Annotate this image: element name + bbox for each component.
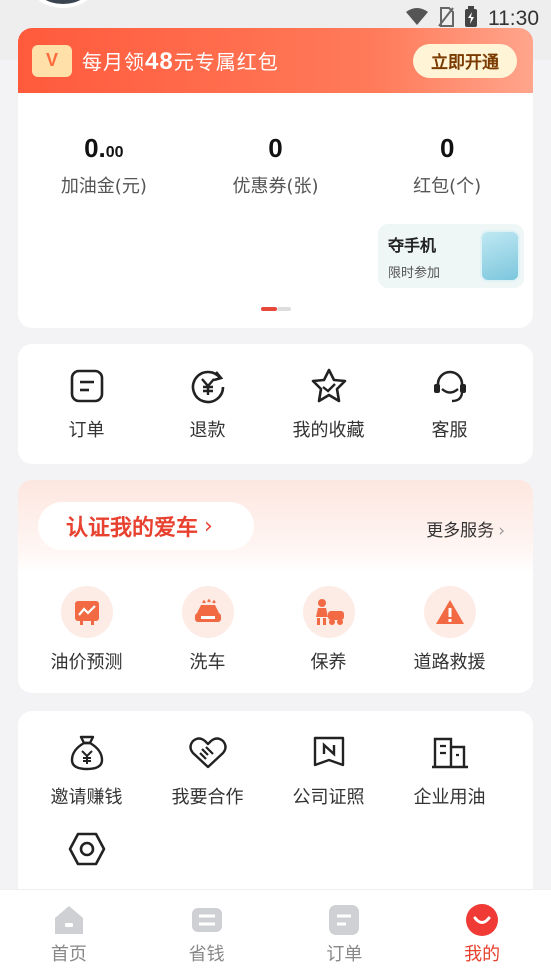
maintenance-icon [302, 586, 355, 638]
vip-badge-icon: V [32, 44, 72, 77]
tool-company-license[interactable]: 公司证照 [268, 733, 389, 809]
orders-shortcuts: 订单 退款 我的收藏 客服 [18, 344, 533, 464]
tab-profile[interactable]: 我的 [413, 890, 551, 979]
car-wash-icon [181, 586, 234, 638]
tab-orders[interactable]: 订单 [276, 890, 414, 979]
tab-home[interactable]: 首页 [0, 890, 138, 979]
handshake-icon [188, 733, 228, 773]
service-car-wash[interactable]: 洗车 [147, 586, 268, 674]
order-tab-icon [327, 904, 361, 936]
service-road-rescue[interactable]: 道路救援 [389, 586, 510, 674]
tool-invite-earn[interactable]: 邀请赚钱 [26, 733, 147, 809]
home-icon [52, 904, 86, 936]
money-bag-icon [67, 733, 107, 773]
oil-price-chart-icon [60, 586, 113, 638]
hexagon-nut-icon [67, 829, 107, 869]
bottom-tab-bar: 首页 省钱 订单 我的 [0, 889, 551, 979]
profile-icon [465, 904, 499, 936]
membership-card: V 每月领48元专属红包 立即开通 0.00 加油金(元) 0 优惠券(张) 0… [18, 28, 533, 328]
stat-red-packets[interactable]: 0 红包(个) [361, 133, 533, 203]
building-icon [430, 733, 470, 773]
open-vip-button[interactable]: 立即开通 [413, 43, 517, 78]
stat-coupons[interactable]: 0 优惠券(张) [190, 133, 362, 203]
favorites-icon [309, 366, 349, 406]
shortcut-customer-service[interactable]: 客服 [389, 366, 510, 442]
order-icon [67, 366, 107, 406]
more-services-link[interactable]: 更多服务 › [426, 516, 505, 541]
save-money-icon [190, 904, 224, 936]
service-oil-price[interactable]: 油价预测 [26, 586, 147, 674]
certificate-icon [309, 733, 349, 773]
promo-win-phone[interactable]: 夺手机 限时参加 [378, 224, 524, 288]
tool-partnership[interactable]: 我要合作 [147, 733, 268, 809]
shortcut-refund[interactable]: 退款 [147, 366, 268, 442]
tools-shortcuts: 邀请赚钱 我要合作 公司证照 企业用油 [18, 711, 533, 911]
vip-banner[interactable]: V 每月领48元专属红包 立即开通 [18, 28, 533, 93]
carousel-indicator [261, 307, 291, 311]
tool-settings[interactable] [26, 829, 147, 869]
shortcut-favorites[interactable]: 我的收藏 [268, 366, 389, 442]
tool-enterprise-fuel[interactable]: 企业用油 [389, 733, 510, 809]
verify-car-button[interactable]: 认证我的爱车 › [38, 502, 254, 550]
car-services-card: 认证我的爱车 › 更多服务 › 油价预测 洗车 保养 道路救援 [18, 480, 533, 693]
road-rescue-icon [423, 586, 476, 638]
shortcut-orders[interactable]: 订单 [26, 366, 147, 442]
vip-banner-text: 每月领48元专属红包 [82, 47, 279, 75]
chevron-right-icon: › [204, 513, 213, 539]
tab-save-money[interactable]: 省钱 [138, 890, 276, 979]
refund-icon [188, 366, 228, 406]
wallet-stats: 0.00 加油金(元) 0 优惠券(张) 0 红包(个) [18, 93, 533, 203]
chevron-right-icon: › [498, 521, 505, 541]
phone-icon [480, 230, 520, 282]
service-maintenance[interactable]: 保养 [268, 586, 389, 674]
customer-service-icon [430, 366, 470, 406]
stat-fuel-credit[interactable]: 0.00 加油金(元) [18, 133, 190, 203]
